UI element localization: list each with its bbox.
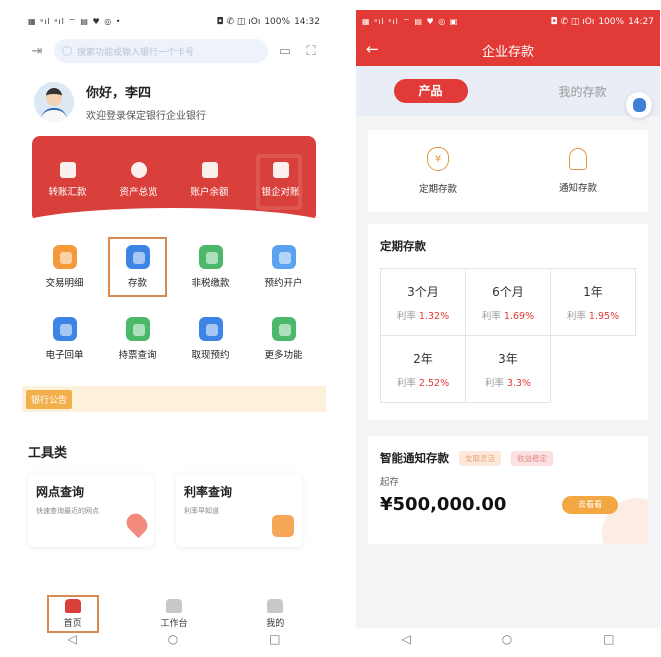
product-types-card: ¥ 定期存款 通知存款 [368,130,648,212]
coin-icon [198,245,223,269]
tag-stable: 收益稳定 [511,450,553,466]
fixed-deposit-title: 定期存款 [380,239,426,253]
tools-section-title: 工具类 [28,446,68,461]
screenshot-canvas: ▦ ᵃıl ᵃıl ⌔ ▤ ♥ ◎ • ◘ ✆ ◫ ıOı 100% 14:32… [0,0,661,657]
transfer-icon [59,162,76,178]
tab-my-deposits[interactable]: 我的存款 [543,83,623,100]
status-bar: ▦ ᵃıl ᵃıl ⌔ ▤ ♥ ◎ ▣ ◘ ✆ ◫ ıOı 100% 14:27 [356,10,660,34]
bell-icon [569,148,587,170]
product-notice-deposit[interactable]: 通知存款 [533,148,623,194]
scan-icon[interactable]: ⛶ [302,42,320,60]
grid-item-non-tax-payment[interactable]: 非税缴款 [174,238,247,296]
rate-cell-empty [551,336,636,403]
product-fixed-deposit[interactable]: ¥ 定期存款 [393,147,483,195]
tool-rate-query[interactable]: 利率查询 利率早知道 [176,473,302,547]
battery-level: 100% [264,17,291,27]
nav-recent-icon[interactable]: □ [603,632,614,646]
cash-icon [198,317,223,341]
rate-cell[interactable]: 3个月 利率 1.32% [381,269,466,336]
money-bag-icon: ¥ [427,147,449,171]
quick-action-balance[interactable]: 账户余额 [180,162,240,198]
function-grid: 交易明细 存款 非税缴款 预约开户 电子回单 持票查询 取现预约 更多功能 [22,237,326,368]
quick-actions-card: 转账汇款 资产总览 账户余额 银企对账 [32,136,316,222]
greeting-title: 你好，李四 [86,86,152,101]
nav-back-icon[interactable]: ◁ [67,632,76,646]
tab-home[interactable]: 首页 [46,595,99,633]
top-bar: ⇥ 搜索功能或输入银行一个卡号 ▭ ⛶ [22,34,326,68]
list-icon [52,245,77,269]
bank-notice-bar[interactable]: 银行公告 [22,386,326,412]
clock: 14:32 [294,17,320,27]
home-icon [64,599,81,613]
signal-indicators: ▦ ᵃıl ᵃıl ⌔ ▤ ♥ ◎ ▣ [362,17,459,26]
page-title: 企业存款 [481,44,534,60]
wallet-icon [201,162,218,178]
status-bar: ▦ ᵃıl ᵃıl ⌔ ▤ ♥ ◎ • ◘ ✆ ◫ ıOı 100% 14:32 [22,10,326,34]
grid-item-more[interactable]: 更多功能 [247,310,320,368]
grid-item-open-account[interactable]: 预约开户 [247,238,320,296]
system-nav-bar: ◁ ○ □ [356,628,660,650]
deposit-icon [125,245,150,269]
logout-icon[interactable]: ⇥ [28,42,46,60]
nav-back-icon[interactable]: ◁ [401,632,410,646]
tab-workbench[interactable]: 工作台 [149,596,199,632]
rate-cell[interactable]: 6个月 利率 1.69% [466,269,551,336]
receipt-icon [52,317,77,341]
clock: 14:27 [628,17,654,27]
search-placeholder: 搜索功能或输入银行一个卡号 [77,47,195,58]
rate-cell[interactable]: 3年 利率 3.3% [466,336,551,403]
status-icons: ◘ ✆ ◫ ıOı [550,17,595,27]
rate-cell[interactable]: 2年 利率 2.52% [381,336,466,403]
segment-tabs: 产品 我的存款 [356,66,660,118]
system-nav-bar: ◁ ○ □ [22,628,326,650]
signal-indicators: ▦ ᵃıl ᵃıl ⌔ ▤ ♥ ◎ • [28,17,122,26]
workbench-icon [165,599,182,613]
pie-chart-icon [130,162,147,178]
document-icon [272,162,289,178]
rate-table: 3个月 利率 1.32% 6个月 利率 1.69% 1年 利率 1.95% 2年… [380,268,636,403]
grid-item-bill-query[interactable]: 持票查询 [101,310,174,368]
avatar[interactable] [34,82,74,122]
debug-bug-icon[interactable] [626,92,652,118]
tool-branch-query[interactable]: 网点查询 快速查询最近的网点 [28,473,154,547]
tools-list: 网点查询 快速查询最近的网点 利率查询 利率早知道 [28,473,326,547]
search-icon [62,46,72,56]
battery-level: 100% [598,17,625,27]
grid-item-deposit[interactable]: 存款 [108,237,167,297]
greeting-subtitle: 欢迎登录保定银行企业银行 [86,111,206,122]
status-icons: ◘ ✆ ◫ ıOı [216,17,261,27]
nav-recent-icon[interactable]: □ [269,632,280,646]
nav-home-icon[interactable]: ○ [168,632,178,646]
account-icon [271,245,296,269]
more-icon [271,317,296,341]
view-button[interactable]: 去看看 [562,496,618,514]
notice-tag: 银行公告 [26,389,73,409]
tab-mine[interactable]: 我的 [250,596,300,632]
tag-flexible: 支取灵活 [459,450,501,466]
smart-notice-deposit-card[interactable]: 智能通知存款 支取灵活 收益稳定 起存 ¥500,000.00 去看看 [368,436,648,544]
quick-action-assets[interactable]: 资产总览 [109,162,169,198]
grid-item-e-receipt[interactable]: 电子回单 [28,310,101,368]
search-input[interactable]: 搜索功能或输入银行一个卡号 [54,39,268,63]
profile-icon [267,599,284,613]
ticket-icon [125,317,150,341]
deposit-screen: ▦ ᵃıl ᵃıl ⌔ ▤ ♥ ◎ ▣ ◘ ✆ ◫ ıOı 100% 14:27… [356,10,660,650]
grid-item-cash-reservation[interactable]: 取现预约 [174,310,247,368]
quick-action-transfer[interactable]: 转账汇款 [38,162,98,198]
calculator-icon [272,515,294,537]
nav-home-icon[interactable]: ○ [502,632,512,646]
tab-products[interactable]: 产品 [393,79,468,103]
page-header: ← 企业存款 [356,34,660,66]
grid-item-transactions[interactable]: 交易明细 [28,238,101,296]
greeting-block: 你好，李四 欢迎登录保定银行企业银行 [22,68,326,132]
fixed-deposit-card: 定期存款 3个月 利率 1.32% 6个月 利率 1.69% 1年 利率 1.9… [368,224,648,420]
message-icon[interactable]: ▭ [276,42,294,60]
home-screen: ▦ ᵃıl ᵃıl ⌔ ▤ ♥ ◎ • ◘ ✆ ◫ ıOı 100% 14:32… [22,10,326,650]
minimum-label: 起存 [380,477,400,488]
rate-cell[interactable]: 1年 利率 1.95% [551,269,636,336]
smart-deposit-title: 智能通知存款 [380,451,449,465]
quick-action-reconcile[interactable]: 银企对账 [251,162,311,198]
back-arrow-icon[interactable]: ← [366,40,379,58]
